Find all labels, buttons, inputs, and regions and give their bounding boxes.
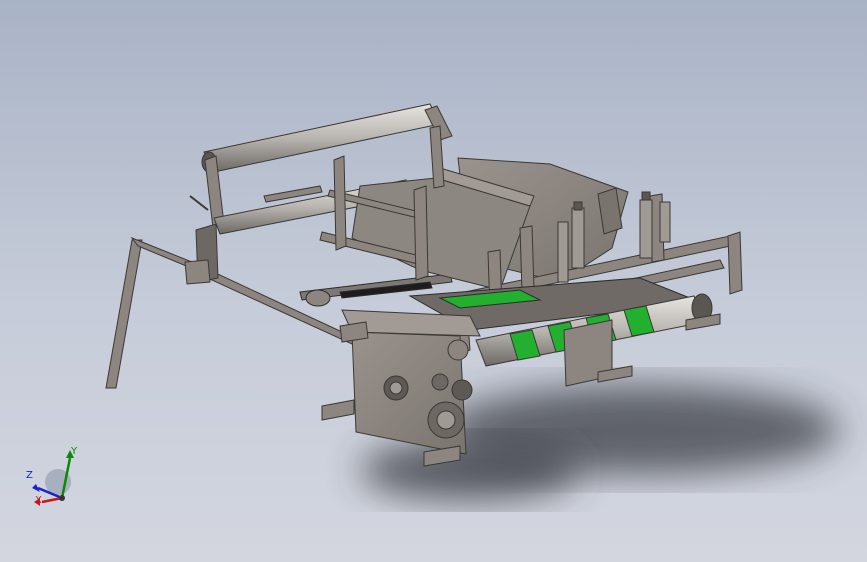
- axis-y-label: Y: [71, 446, 78, 457]
- gearbox-side-plate[interactable]: [321, 309, 481, 467]
- support-stand[interactable]: [105, 236, 356, 389]
- graphics-viewport[interactable]: Y Z X: [0, 0, 867, 562]
- axis-x-label: X: [35, 495, 42, 506]
- machine-model[interactable]: [0, 0, 867, 562]
- axis-z-label: Z: [26, 470, 33, 481]
- coordinate-triad: Y Z X: [22, 446, 84, 510]
